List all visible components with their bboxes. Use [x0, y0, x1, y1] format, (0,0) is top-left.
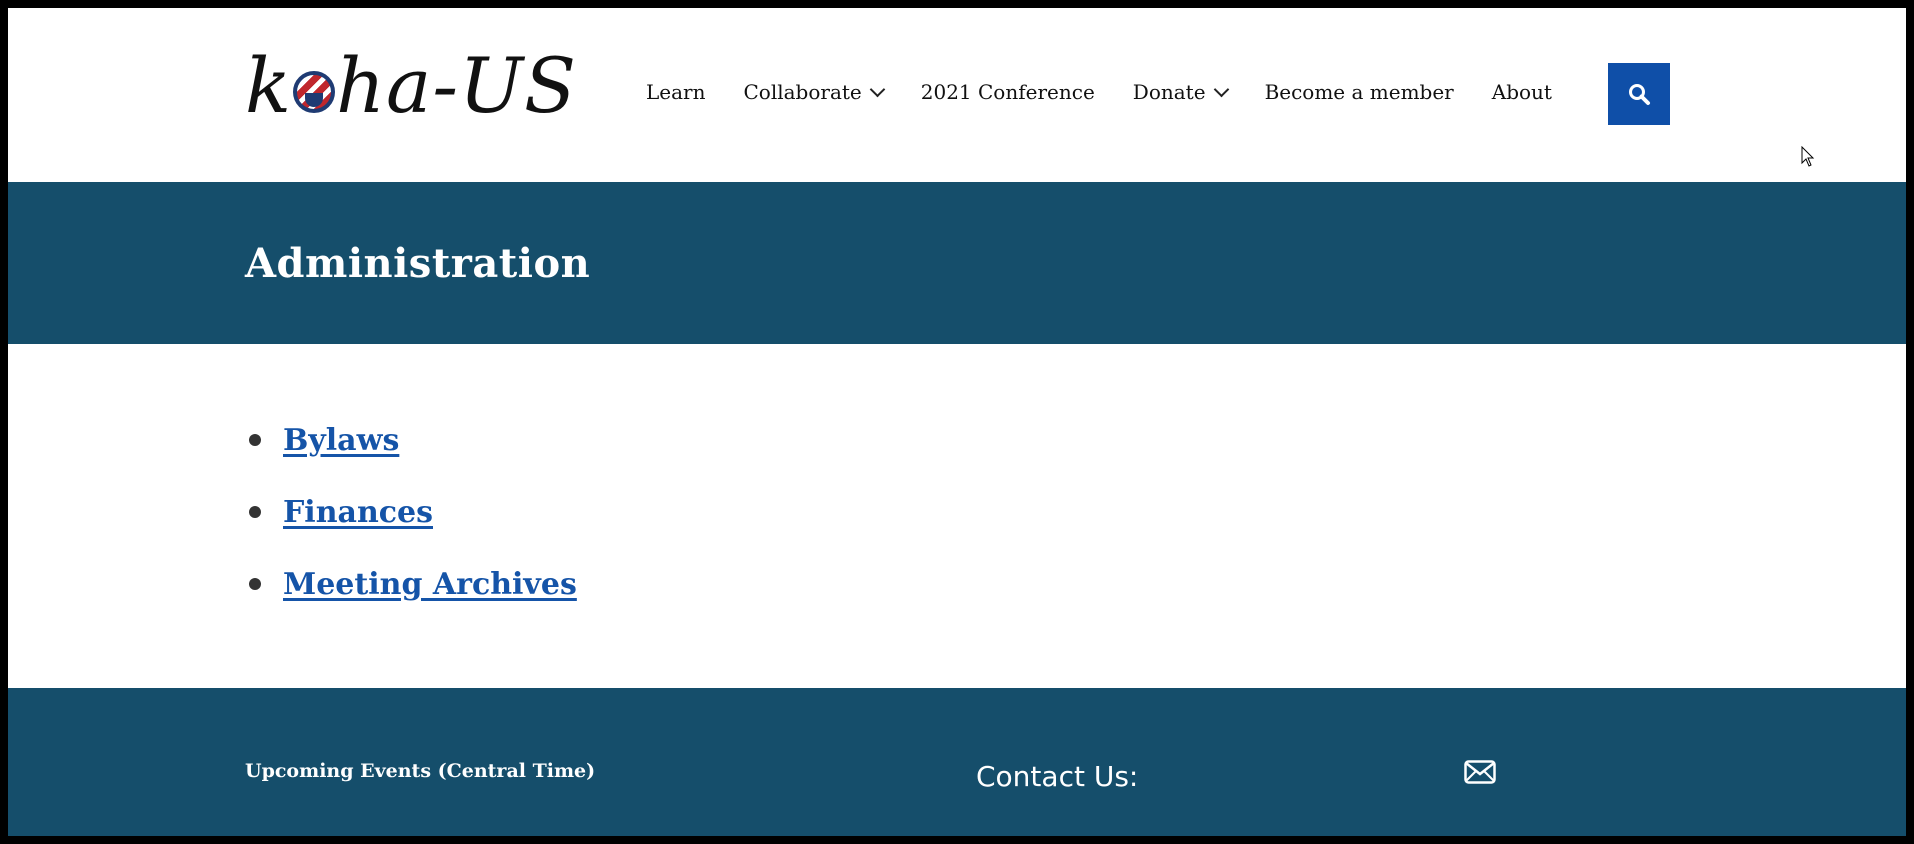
page-title: Administration	[245, 240, 591, 287]
link-bylaws[interactable]: Bylaws	[283, 423, 399, 458]
list-item: Finances	[245, 476, 577, 548]
page-banner: Administration	[8, 182, 1906, 344]
link-meeting-archives[interactable]: Meeting Archives	[283, 567, 577, 602]
main-nav: Learn Collaborate 2021 Conference Donate…	[646, 80, 1590, 104]
bullet-icon	[249, 434, 261, 446]
nav-item-learn[interactable]: Learn	[646, 80, 705, 104]
envelope-icon[interactable]	[1464, 760, 1496, 784]
chevron-down-icon	[1213, 81, 1229, 97]
contact-heading: Contact Us:	[976, 760, 1139, 793]
nav-item-about[interactable]: About	[1492, 80, 1552, 104]
nav-label: Donate	[1132, 80, 1206, 104]
flag-emblem-icon	[293, 71, 336, 113]
list-item: Bylaws	[245, 404, 577, 476]
bullet-icon	[249, 578, 261, 590]
logo-text-end: ha-US	[336, 41, 578, 130]
site-footer: Upcoming Events (Central Time) Contact U…	[8, 688, 1906, 836]
chevron-down-icon	[869, 81, 886, 97]
nav-label: Become a member	[1264, 80, 1454, 104]
search-button[interactable]	[1608, 63, 1670, 125]
nav-label: Learn	[646, 80, 706, 104]
nav-label: 2021 Conference	[920, 80, 1095, 104]
bullet-icon	[249, 506, 261, 518]
site-logo[interactable]: k ha-US	[245, 48, 577, 124]
nav-item-conference[interactable]: 2021 Conference	[921, 80, 1095, 104]
nav-item-donate[interactable]: Donate	[1132, 80, 1229, 104]
nav-item-become-member[interactable]: Become a member	[1265, 80, 1454, 104]
link-finances[interactable]: Finances	[283, 495, 433, 530]
upcoming-events-heading: Upcoming Events (Central Time)	[245, 760, 596, 782]
logo-text-start: k	[245, 41, 293, 130]
search-icon	[1629, 84, 1650, 105]
list-item: Meeting Archives	[245, 548, 577, 620]
nav-label: Collaborate	[743, 80, 862, 104]
nav-item-collaborate[interactable]: Collaborate	[743, 80, 886, 104]
nav-label: About	[1491, 80, 1552, 104]
main-content: Bylaws Finances Meeting Archives	[8, 344, 1906, 688]
mouse-cursor-icon	[1801, 146, 1815, 167]
site-header: k ha-US Learn Collaborate 2021 Conference…	[8, 8, 1906, 182]
link-list: Bylaws Finances Meeting Archives	[245, 404, 577, 620]
